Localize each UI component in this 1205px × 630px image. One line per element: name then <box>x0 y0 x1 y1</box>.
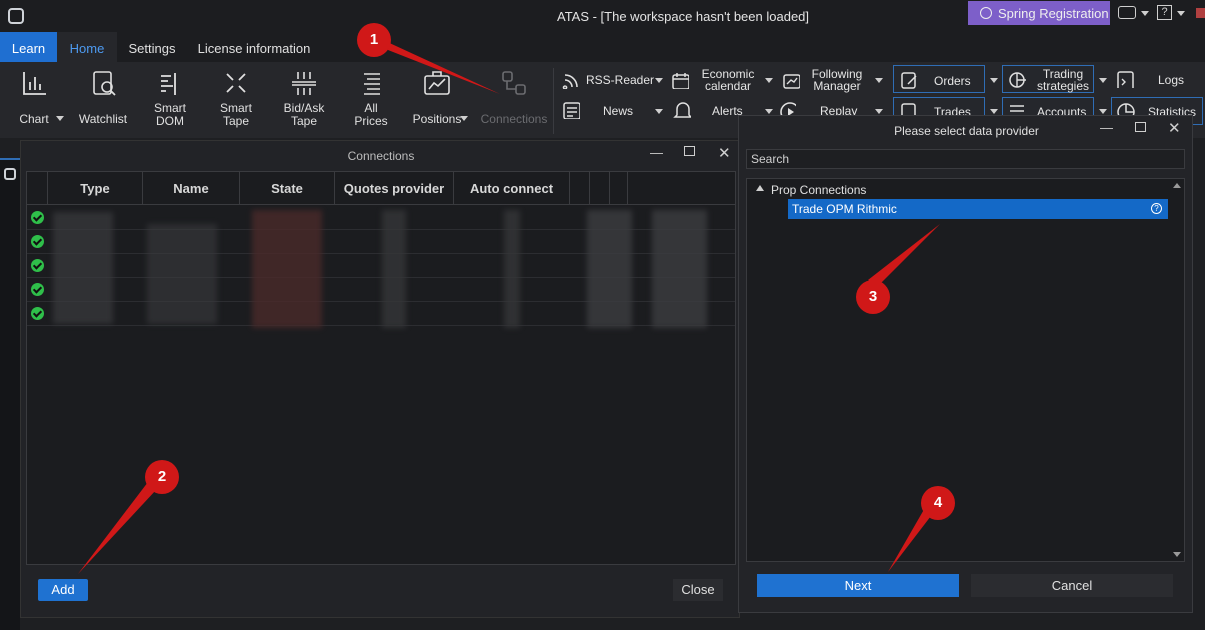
callout-arrow-1 <box>383 40 500 94</box>
callout-arrow-2 <box>78 482 156 574</box>
callout-badge-3: 3 <box>856 280 890 314</box>
callout-badge-4: 4 <box>921 486 955 520</box>
annotation-arrows <box>78 40 940 574</box>
callout-badge-2: 2 <box>145 460 179 494</box>
callout-arrow-3 <box>868 224 940 286</box>
callout-badge-1: 1 <box>357 23 391 57</box>
